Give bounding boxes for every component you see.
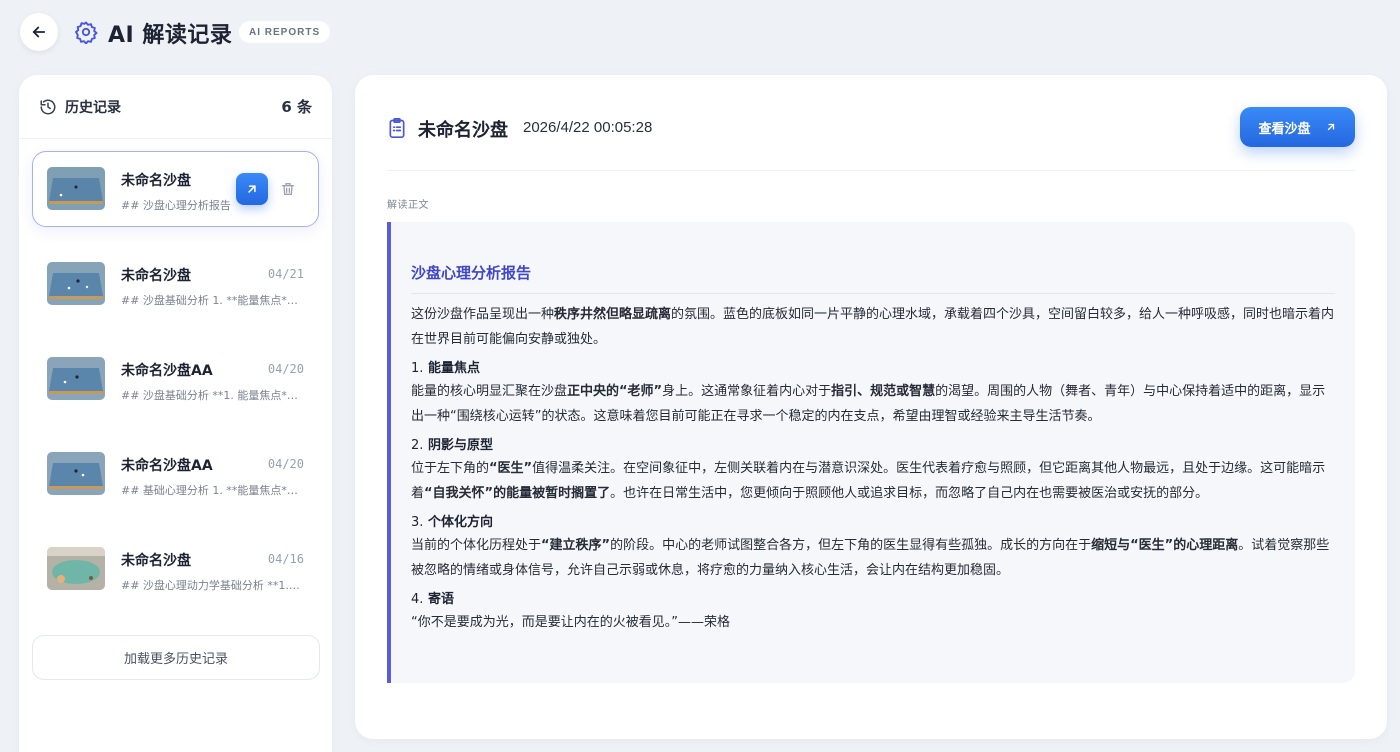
history-item[interactable]: 未命名沙盘AA 04/20 ## 基础心理分析 1. **能量焦点**... (32, 436, 319, 512)
report-timestamp: 2026/4/22 00:05:28 (523, 119, 653, 136)
trash-icon (282, 183, 294, 195)
sandbox-thumbnail (47, 262, 105, 305)
history-sidebar: 历史记录 6 条 未命名沙盘 ## 沙盘心理分析报告 未命名沙盘 04/21 #… (19, 75, 332, 752)
sandbox-thumbnail (47, 547, 105, 590)
section-heading: 4. 寄语 (411, 592, 454, 607)
item-title: 未命名沙盘 (121, 268, 191, 284)
report-body: 沙盘心理分析报告 这份沙盘作品呈现出一种秩序井然但略显疏离的氛围。蓝色的底板如同… (387, 222, 1355, 683)
sidebar-title: 历史记录 (65, 99, 121, 116)
reports-badge: AI REPORTS (239, 21, 331, 43)
history-item[interactable]: 未命名沙盘 ## 沙盘心理分析报告 (32, 151, 319, 227)
item-date: 04/21 (267, 267, 304, 281)
section-heading: 1. 能量焦点 (411, 361, 480, 376)
closing-quote: “你不是要成为光，而是要让内在的火被看见。”——荣格 (411, 615, 730, 630)
item-title: 未命名沙盘 (121, 553, 191, 569)
item-snippet: ## 基础心理分析 1. **能量焦点**... (121, 484, 301, 497)
divider (387, 170, 1355, 171)
section-text: 能量的核心明显汇聚在沙盘正中央的“老师”身上。这通常象征着内心对于指引、规范或智… (411, 384, 1326, 424)
report-panel: 未命名沙盘 2026/4/22 00:05:28 查看沙盘 解读正文 沙盘心理分… (355, 75, 1387, 739)
item-snippet: ## 沙盘基础分析 1. **能量焦点**... (121, 294, 301, 307)
arrow-up-right-icon (248, 185, 256, 193)
history-count: 6 条 (281, 98, 312, 116)
history-item[interactable]: 未命名沙盘 04/16 ## 沙盘心理动力学基础分析 **1. ... (32, 531, 319, 607)
item-snippet: ## 沙盘心理分析报告 (121, 199, 231, 212)
sandbox-thumbnail (47, 357, 105, 400)
arrow-left-icon (32, 26, 46, 38)
open-item-button[interactable] (236, 173, 268, 205)
load-more-button[interactable]: 加载更多历史记录 (32, 635, 320, 680)
sandbox-thumbnail (47, 167, 105, 210)
report-heading: 沙盘心理分析报告 (411, 262, 1335, 294)
item-title: 未命名沙盘AA (121, 363, 213, 379)
sandbox-thumbnail (47, 452, 105, 495)
section-text: 位于左下角的“医生”值得温柔关注。在空间象征中，左侧关联着内在与潜意识深处。医生… (411, 461, 1326, 501)
delete-item-button[interactable] (276, 177, 300, 201)
item-date: 04/20 (267, 362, 304, 376)
section-label: 解读正文 (387, 200, 429, 211)
section-heading: 3. 个体化方向 (411, 515, 493, 530)
arrow-up-right-icon (1327, 123, 1334, 131)
section-heading: 2. 阴影与原型 (411, 438, 493, 453)
view-sandbox-button[interactable]: 查看沙盘 (1240, 107, 1355, 147)
item-snippet: ## 沙盘心理动力学基础分析 **1. ... (121, 579, 301, 592)
view-sandbox-label: 查看沙盘 (1258, 121, 1311, 137)
item-title: 未命名沙盘AA (121, 458, 213, 474)
item-date: 04/20 (267, 457, 304, 471)
item-title: 未命名沙盘 (121, 173, 191, 189)
section-text: 当前的个体化历程处于“建立秩序”的阶段。中心的老师试图整合各方，但左下角的医生显… (411, 538, 1330, 578)
history-item[interactable]: 未命名沙盘 04/21 ## 沙盘基础分析 1. **能量焦点**... (32, 246, 319, 322)
clipboard-icon (389, 118, 405, 138)
item-snippet: ## 沙盘基础分析 **1. 能量焦点**... (121, 389, 301, 402)
history-list: 未命名沙盘 ## 沙盘心理分析报告 未命名沙盘 04/21 ## 沙盘基础分析 … (19, 139, 332, 607)
sidebar-header: 历史记录 6 条 (19, 75, 332, 139)
page-title: AI 解读记录 (108, 23, 233, 48)
back-button[interactable] (20, 13, 58, 51)
report-title: 未命名沙盘 (418, 120, 508, 141)
history-item[interactable]: 未命名沙盘AA 04/20 ## 沙盘基础分析 **1. 能量焦点**... (32, 341, 319, 417)
history-icon (40, 99, 56, 114)
gear-icon (75, 21, 98, 44)
report-intro: 这份沙盘作品呈现出一种秩序井然但略显疏离的氛围。蓝色的底板如同一片平静的心理水域… (411, 307, 1335, 347)
item-date: 04/16 (267, 552, 304, 566)
